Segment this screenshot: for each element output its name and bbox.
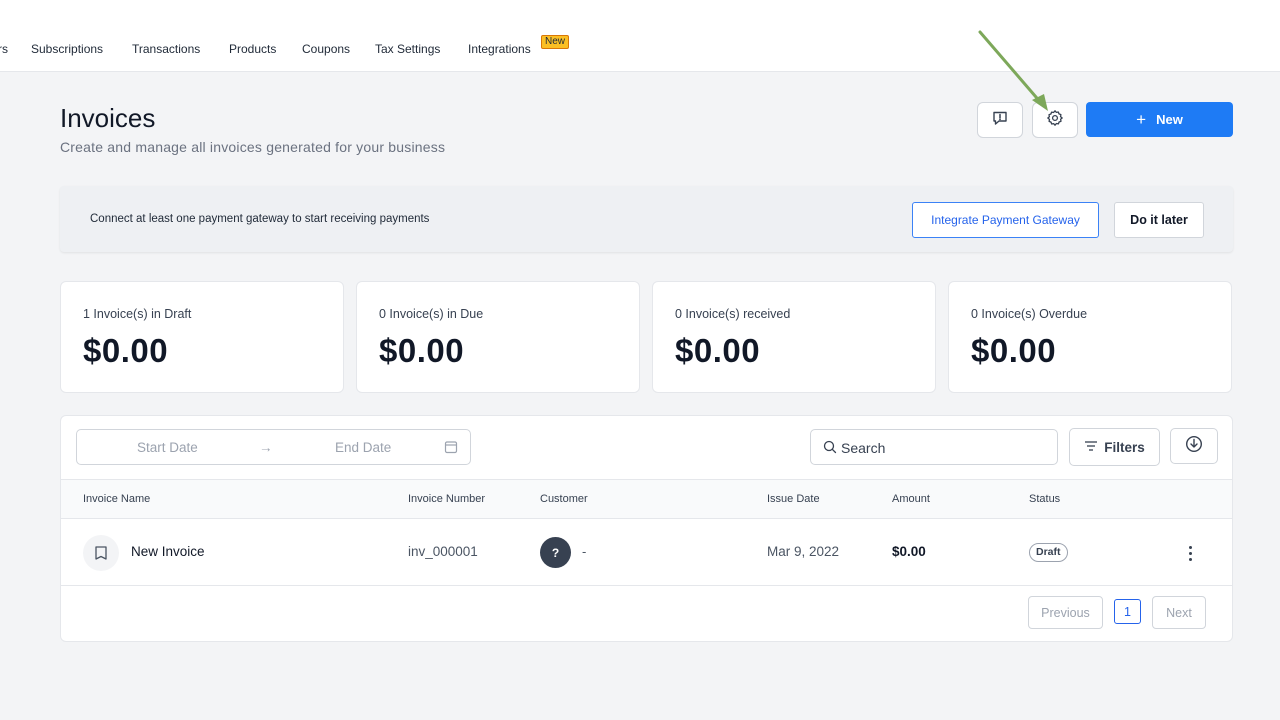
nav-item-subscriptions[interactable]: Subscriptions (31, 42, 103, 56)
filter-icon (1084, 440, 1098, 455)
invoice-amount: $0.00 (892, 544, 926, 559)
column-header-amount[interactable]: Amount (892, 493, 930, 505)
nav-item-coupons[interactable]: Coupons (302, 42, 350, 56)
date-range-picker[interactable]: Start Date → End Date (76, 429, 471, 465)
column-header-invoice-name[interactable]: Invoice Name (83, 493, 150, 505)
stat-value: $0.00 (971, 332, 1057, 369)
do-it-later-button[interactable]: Do it later (1114, 202, 1204, 238)
invoice-number: inv_000001 (408, 544, 478, 559)
annotation-arrow-icon (978, 30, 1048, 111)
calendar-icon (444, 440, 458, 459)
start-date-input[interactable]: Start Date (137, 440, 198, 455)
top-navigation: rs Subscriptions Transactions Products C… (0, 0, 1280, 72)
nav-item-transactions[interactable]: Transactions (132, 42, 200, 56)
page-subtitle: Create and manage all invoices generated… (60, 139, 446, 155)
column-header-invoice-number[interactable]: Invoice Number (408, 493, 485, 505)
stat-card-overdue: 0 Invoice(s) Overdue $0.00 (948, 281, 1232, 393)
new-badge: New (541, 35, 570, 49)
invoice-name[interactable]: New Invoice (131, 544, 205, 559)
column-header-status[interactable]: Status (1029, 493, 1060, 505)
invoice-icon (83, 535, 119, 571)
download-icon (1185, 435, 1203, 458)
stat-card-draft: 1 Invoice(s) in Draft $0.00 (60, 281, 344, 393)
stat-label: 0 Invoice(s) in Due (379, 307, 484, 321)
stat-value: $0.00 (379, 332, 465, 369)
issue-date: Mar 9, 2022 (767, 544, 840, 559)
search-placeholder: Search (841, 440, 886, 456)
nav-item-partial[interactable]: rs (0, 42, 8, 56)
new-invoice-button-label: New (1156, 112, 1183, 127)
end-date-input[interactable]: End Date (335, 440, 391, 455)
download-button[interactable] (1170, 428, 1218, 464)
next-page-button[interactable]: Next (1152, 596, 1206, 629)
column-header-customer[interactable]: Customer (540, 493, 588, 505)
invoices-table-card: Start Date → End Date Search Filters Inv… (60, 415, 1233, 642)
status-badge: Draft (1029, 543, 1068, 562)
search-input[interactable]: Search (810, 429, 1058, 465)
date-range-arrow-icon: → (259, 440, 273, 455)
stat-label: 0 Invoice(s) received (675, 307, 791, 321)
integrate-payment-gateway-button[interactable]: Integrate Payment Gateway (912, 202, 1099, 238)
stat-label: 1 Invoice(s) in Draft (83, 307, 192, 321)
filters-button[interactable]: Filters (1069, 428, 1160, 466)
new-invoice-button[interactable]: + New (1086, 102, 1233, 137)
filters-button-label: Filters (1104, 439, 1145, 455)
search-icon (823, 440, 837, 459)
customer-name: - (582, 544, 587, 559)
nav-item-products[interactable]: Products (229, 42, 276, 56)
nav-item-tax-settings[interactable]: Tax Settings (375, 42, 440, 56)
stat-label: 0 Invoice(s) Overdue (971, 307, 1088, 321)
nav-item-integrations[interactable]: Integrations (468, 42, 531, 56)
page-title: Invoices (60, 103, 156, 133)
previous-page-button[interactable]: Previous (1028, 596, 1103, 629)
table-row[interactable]: New Invoice inv_000001 ? - Mar 9, 2022 $… (61, 519, 1232, 586)
column-header-issue-date[interactable]: Issue Date (767, 493, 820, 505)
table-header: Invoice Name Invoice Number Customer Iss… (61, 479, 1232, 519)
stat-card-received: 0 Invoice(s) received $0.00 (652, 281, 936, 393)
page-number-button[interactable]: 1 (1114, 599, 1141, 624)
payment-gateway-banner: Connect at least one payment gateway to … (60, 186, 1233, 252)
plus-icon: + (1136, 109, 1147, 129)
stat-value: $0.00 (83, 332, 169, 369)
more-options-icon[interactable] (1183, 541, 1197, 565)
avatar: ? (540, 537, 571, 568)
stat-card-due: 0 Invoice(s) in Due $0.00 (356, 281, 640, 393)
stat-value: $0.00 (675, 332, 761, 369)
banner-message: Connect at least one payment gateway to … (90, 213, 430, 225)
